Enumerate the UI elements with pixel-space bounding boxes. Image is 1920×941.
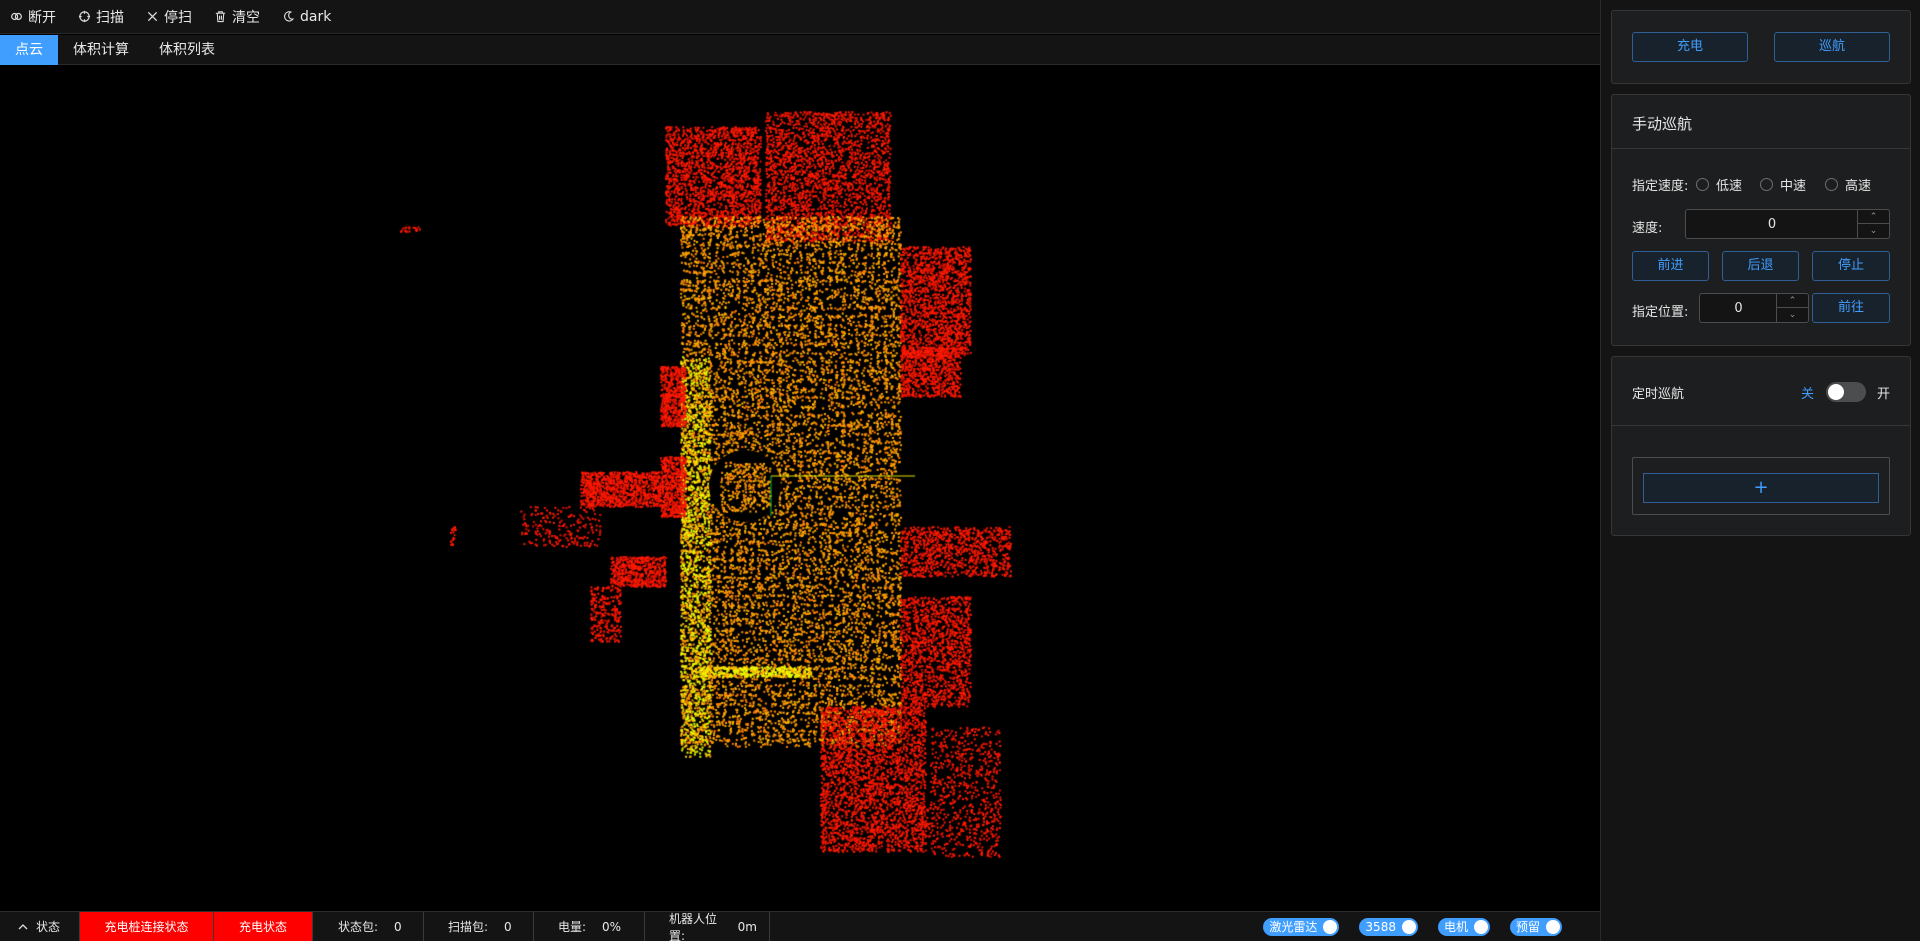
clear-label: 清空 <box>232 9 260 26</box>
status-toggle-label: 状态 <box>36 920 61 934</box>
switch-knob <box>1401 919 1416 934</box>
scan-label: 扫描 <box>96 9 124 26</box>
status-packet: 状态包: 0 <box>313 912 424 941</box>
backward-button[interactable]: 后退 <box>1722 251 1799 281</box>
switch-knob <box>1473 919 1488 934</box>
speed-preset-label: 指定速度: <box>1632 179 1689 194</box>
radio-low-speed-label: 低速 <box>1716 179 1743 194</box>
radio-high-speed-label: 高速 <box>1845 179 1872 194</box>
reserved-switch[interactable]: 预留 <box>1509 917 1562 936</box>
stop-scan-button[interactable]: 停扫 <box>146 7 192 27</box>
close-icon <box>147 11 158 22</box>
board-3588-switch[interactable]: 3588 <box>1359 917 1418 936</box>
clear-button[interactable]: 清空 <box>214 7 260 27</box>
trash-icon <box>215 11 226 23</box>
toolbar: 断开 扫描 停扫 清空 dark <box>0 0 1600 34</box>
charge-button[interactable]: 充电 <box>1632 32 1748 62</box>
radio-circle <box>1825 178 1838 191</box>
add-schedule-button[interactable]: + <box>1643 473 1879 503</box>
scan-packet-label: 扫描包: <box>448 920 489 934</box>
radio-low-speed[interactable]: 低速 <box>1696 175 1742 194</box>
timed-patrol-title: 定时巡航 <box>1632 387 1685 402</box>
status-packet-value: 0 <box>394 919 402 934</box>
scan-icon <box>78 10 91 23</box>
goto-button[interactable]: 前往 <box>1812 293 1890 323</box>
robot-position-label: 机器人位置: <box>669 911 718 941</box>
robot-position: 机器人位置: 0m <box>645 912 770 941</box>
forward-button[interactable]: 前进 <box>1632 251 1709 281</box>
radio-circle <box>1696 178 1709 191</box>
status-bar: 状态 充电桩连接状态 充电状态 状态包: 0 扫描包: 0 电量: 0% 机器人… <box>0 911 1600 941</box>
scan-packet-value: 0 <box>504 919 512 934</box>
stop-scan-label: 停扫 <box>164 9 192 26</box>
moon-icon <box>284 11 295 22</box>
position-input[interactable]: ⌃ ⌄ <box>1699 293 1809 323</box>
robot-position-value: 0m <box>737 919 757 934</box>
tab-volume-list[interactable]: 体积列表 <box>144 35 230 65</box>
manual-patrol-card: 手动巡航 指定速度: 低速 中速 高速 速度: ⌃ ⌄ 前进 后退 停止 指定位… <box>1611 94 1911 346</box>
battery-value: 0% <box>602 919 622 934</box>
schedule-list: + <box>1632 457 1890 515</box>
position-label: 指定位置: <box>1632 305 1689 320</box>
disconnect-icon <box>11 12 22 21</box>
chevron-up-icon <box>18 923 28 929</box>
radio-high-speed[interactable]: 高速 <box>1825 175 1871 194</box>
speed-value[interactable] <box>1686 210 1858 238</box>
timed-on-label: 开 <box>1877 387 1891 402</box>
timed-off-label: 关 <box>1801 387 1815 402</box>
divider <box>1612 148 1910 149</box>
position-stepper: ⌃ ⌄ <box>1776 294 1808 322</box>
main-area: 断开 扫描 停扫 清空 dark 点云 体积计算 体积列表 状态 充电桩连接状态… <box>0 0 1600 941</box>
theme-toggle-button[interactable]: dark <box>282 9 331 25</box>
quick-actions-card: 充电 巡航 <box>1611 10 1911 84</box>
divider <box>1612 425 1910 426</box>
radio-mid-speed-label: 中速 <box>1780 179 1807 194</box>
radio-circle <box>1760 178 1773 191</box>
increase-icon[interactable]: ⌃ <box>1777 294 1808 308</box>
control-panel: 充电 巡航 手动巡航 指定速度: 低速 中速 高速 速度: ⌃ ⌄ 前进 后退 … <box>1600 0 1920 941</box>
timed-patrol-switch[interactable] <box>1826 382 1866 402</box>
decrease-icon[interactable]: ⌄ <box>1858 224 1889 238</box>
lidar-switch-label: 激光雷达 <box>1269 919 1318 934</box>
manual-patrol-title: 手动巡航 <box>1632 115 1693 133</box>
scan-packet: 扫描包: 0 <box>424 912 534 941</box>
theme-label: dark <box>300 8 332 25</box>
board-3588-switch-label: 3588 <box>1365 919 1396 934</box>
speed-label: 速度: <box>1632 221 1663 236</box>
battery: 电量: 0% <box>534 912 645 941</box>
view-tabs: 点云 体积计算 体积列表 <box>0 35 1600 65</box>
scan-button[interactable]: 扫描 <box>78 7 124 27</box>
point-cloud-viewport[interactable] <box>0 66 1600 911</box>
patrol-button[interactable]: 巡航 <box>1774 32 1890 62</box>
tab-volume-calc[interactable]: 体积计算 <box>58 35 144 65</box>
switch-knob <box>1828 384 1844 400</box>
increase-icon[interactable]: ⌃ <box>1858 210 1889 224</box>
motor-switch-label: 电机 <box>1443 919 1468 934</box>
switch-knob <box>1323 919 1338 934</box>
tab-point-cloud[interactable]: 点云 <box>0 35 58 65</box>
stop-button[interactable]: 停止 <box>1812 251 1890 281</box>
motor-switch[interactable]: 电机 <box>1437 917 1490 936</box>
reserved-switch-label: 预留 <box>1515 919 1540 934</box>
position-value[interactable] <box>1700 294 1777 322</box>
radio-mid-speed[interactable]: 中速 <box>1760 175 1806 194</box>
decrease-icon[interactable]: ⌄ <box>1777 308 1808 322</box>
battery-label: 电量: <box>558 920 587 934</box>
timed-patrol-card: 定时巡航 关 开 + <box>1611 356 1911 536</box>
status-toggle[interactable]: 状态 <box>0 912 80 941</box>
status-packet-label: 状态包: <box>338 920 379 934</box>
lidar-switch[interactable]: 激光雷达 <box>1263 917 1340 936</box>
speed-input[interactable]: ⌃ ⌄ <box>1685 209 1890 239</box>
disconnect-button[interactable]: 断开 <box>10 7 56 27</box>
speed-stepper: ⌃ ⌄ <box>1857 210 1889 238</box>
device-switches: 激光雷达 3588 电机 预留 <box>1263 912 1600 941</box>
charge-status: 充电状态 <box>214 912 313 941</box>
switch-knob <box>1546 919 1560 934</box>
point-cloud-canvas[interactable] <box>0 66 1600 911</box>
charge-dock-status: 充电桩连接状态 <box>80 912 214 941</box>
disconnect-label: 断开 <box>28 9 56 26</box>
